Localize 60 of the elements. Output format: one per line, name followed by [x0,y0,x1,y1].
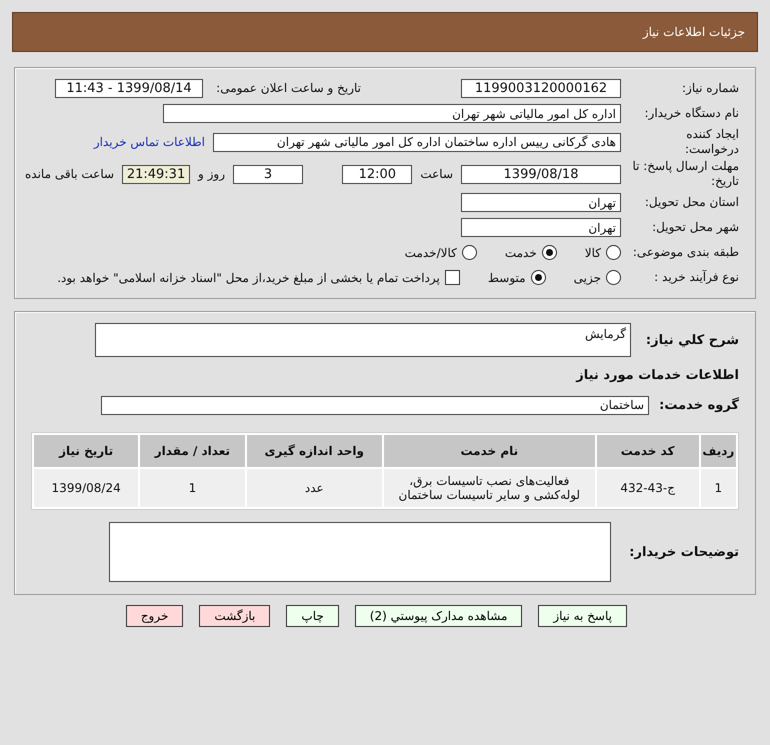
table-cell: ج-43-432 [596,469,699,507]
remaining-time-field: 21:49:31 [122,164,190,184]
radio-label: کالا [584,246,601,260]
buyer-field: اداره کل امور مالیاتی شهر تهران [163,104,621,123]
radio-button[interactable] [462,245,477,260]
deadline-date-field: 1399/08/18 [461,164,621,184]
deadline-time-field: 12:00 [342,164,412,184]
radio-button[interactable] [606,270,621,285]
field-label: شماره نیاز: [681,81,739,96]
checkbox[interactable] [444,270,460,285]
table-cell: عدد [246,469,382,507]
creator-field: هادی گرکانی رییس اداره ساختمان اداره کل امور مالیاتی شهر تهران [213,132,621,152]
field-label: نوع فرآیند خرید : [653,270,739,285]
radio-button[interactable] [530,270,546,285]
field-label: مهلت ارسال پاسخ: تا تاریخ: [631,159,739,189]
radio-label: خدمت [504,246,537,260]
checkbox-label: پرداخت تمام یا بخشی از مبلغ خرید،از محل "اسناد خزانه اسلامی" خواهد بود. [57,270,440,284]
radio-button[interactable] [606,245,621,260]
field-label: تاریخ و ساعت اعلان عمومی: [215,81,361,96]
action-button[interactable]: خروج [126,605,184,627]
column-header: تعداد / مقدار [140,435,245,467]
table-cell: فعالیت‌های نصب تاسیسات برق، لوله‌کشی و سایر تاسیسات ساختمان [384,469,595,507]
field-label: ایجاد کننده درخواست: [684,127,739,157]
buyer-notes-field[interactable] [109,522,611,582]
field-label: گروه خدمت: [658,398,739,412]
radio-label: جزیی [574,270,601,284]
column-header: تاریخ نیاز [34,435,138,467]
province-field: تهران [461,193,621,212]
days-label: روز و [198,167,226,181]
field-label: نام دستگاه خریدار: [644,106,739,121]
field-label: شرح کلي نیاز: [644,332,739,348]
field-label: استان محل تحویل: [644,195,739,210]
action-button[interactable]: مشاهده مدارک پیوستي (2) [354,605,522,627]
column-header: نام خدمت [384,435,595,467]
time-label: ساعت [420,167,453,181]
contact-link[interactable]: اطلاعات تماس خریدار [94,135,205,149]
page-header: جزئیات اطلاعات نیاز [12,12,758,52]
column-header: کد خدمت [596,435,699,467]
radio-button[interactable] [542,245,557,260]
section-title: اطلاعات خدمات مورد نیاز [574,368,739,382]
action-button[interactable]: بازگشت [199,605,270,627]
table-cell: 1 [140,469,245,507]
table-cell: 1 [700,469,736,507]
need-number-field: 1199003120000162 [461,79,621,98]
remaining-label: ساعت باقی مانده [25,167,114,181]
days-field: 3 [233,164,304,184]
radio-label: کالا/خدمت [404,246,457,260]
service-group-field: ساختمان [101,396,649,414]
field-label: توضیحات خریدار: [628,544,739,560]
action-button[interactable]: پاسخ به نیاز [538,605,627,627]
column-header: واحد اندازه گیری [246,435,382,467]
description-field: گرمایش [95,323,631,357]
field-label: طبقه بندی موضوعی: [632,245,739,260]
city-field: تهران [461,218,621,237]
column-header: ردیف [700,435,736,467]
field-label: شهر محل تحویل: [651,220,739,235]
action-button[interactable]: چاپ [286,605,339,627]
radio-label: متوسط [488,270,526,284]
announce-date-field: 1399/08/14 - 11:43 [55,79,203,98]
table-cell: 1399/08/24 [34,469,138,507]
